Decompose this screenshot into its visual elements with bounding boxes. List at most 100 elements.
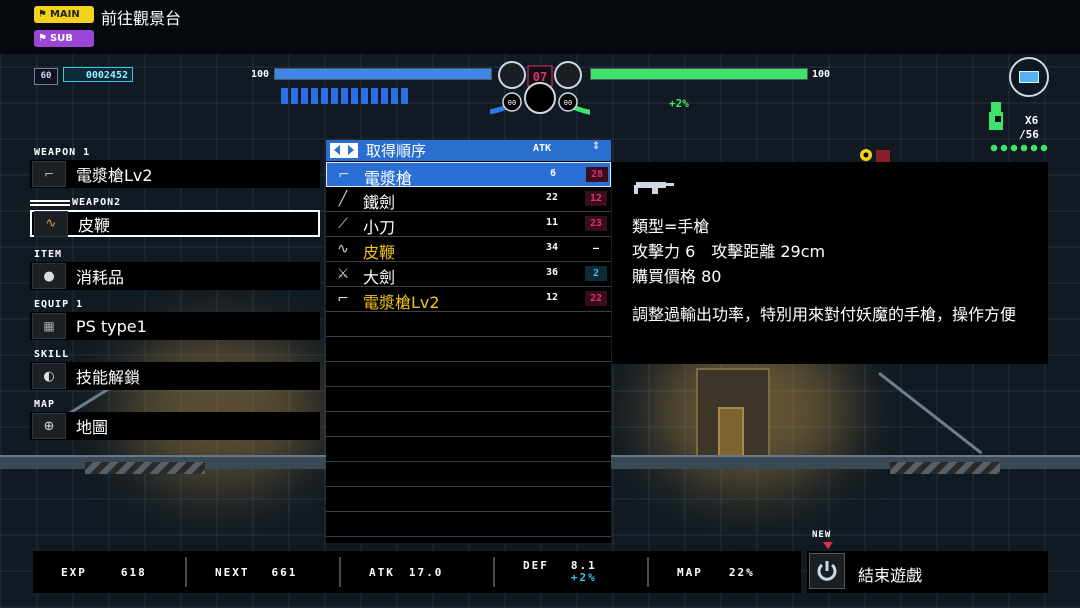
weapon-list-header[interactable]: 取得順序 ATK ⇕	[326, 140, 611, 161]
quit-game-label: 結束遊戲	[858, 566, 923, 585]
chip-icon: ▦	[32, 313, 66, 339]
weapon-atk: 36	[545, 267, 559, 278]
item-label: ITEM	[34, 249, 63, 260]
sword-icon: ╱	[338, 191, 348, 207]
weapon1-label: WEAPON 1	[34, 147, 91, 158]
sort-arrows-icon[interactable]	[330, 143, 358, 158]
skill-label: SKILL	[34, 349, 70, 360]
stat-atk: ATK 17.0	[369, 551, 443, 593]
weapon-list-empty-row	[326, 412, 611, 437]
atk-label: ATK	[369, 565, 395, 579]
map-value: 地圖	[76, 418, 109, 437]
power-icon[interactable]	[809, 553, 845, 589]
quit-game-panel[interactable]: 結束遊戲	[807, 551, 1048, 593]
flag-icon: ⚑	[38, 33, 47, 44]
exp-value: 618	[120, 565, 147, 579]
weapon2-slot[interactable]: ∿ 皮鞭	[30, 210, 320, 237]
weapon-stats: 攻擊力 6 攻擊距離 29cm	[632, 242, 826, 261]
stats-bar: EXP 618 NEXT 661 ATK 17.0 DEF 8.1 +2% MA…	[33, 551, 801, 593]
equip1-label: EQUIP 1	[34, 299, 84, 310]
level-badge: 60	[34, 68, 58, 85]
pistol-icon	[634, 182, 674, 194]
weapon-atk: 6	[549, 168, 557, 179]
weapon-name: 電漿槍Lv2	[363, 293, 440, 312]
atk-value: 17.0	[408, 565, 444, 579]
money-counter: 0002452	[63, 67, 133, 82]
weapon-name: 小刀	[363, 218, 396, 237]
exp-label: EXP	[61, 565, 87, 579]
weapon-list-empty-row	[326, 437, 611, 462]
center-left-count: 00	[508, 99, 516, 107]
weapon-list-empty-row	[326, 387, 611, 412]
sort-label: 取得順序	[366, 142, 427, 160]
weapon-atk: 11	[545, 217, 559, 228]
weapon-list-row[interactable]: ∿ 皮鞭 34 –	[326, 237, 611, 262]
weapon-name: 大劍	[363, 268, 396, 287]
def-bonus: +2%	[570, 571, 597, 584]
greatsword-icon: ⚔	[336, 266, 350, 282]
hazard-stripe-left	[85, 462, 205, 474]
stat-divider	[493, 557, 495, 587]
door	[718, 407, 744, 459]
weapon-atk-diff: 12	[585, 191, 607, 206]
atk-column-header: ATK	[533, 143, 552, 154]
weapon-list-row[interactable]: ╱ 鐵劍 22 12	[326, 187, 611, 212]
radar-icon[interactable]	[1009, 57, 1049, 97]
weapon-list: 取得順序 ATK ⇕ ⌐ 電漿槍 6 28 ╱ 鐵劍 22 12 ⟋ 小刀 11 23 ∿ 皮鞭 34 – ⚔ 大…	[326, 140, 611, 543]
weapon-name: 電漿槍	[364, 169, 413, 188]
weapon-atk-diff: 28	[586, 167, 608, 182]
weapon-list-row[interactable]: ⚔ 大劍 36 2	[326, 262, 611, 287]
stat-map: MAP 22%	[677, 551, 755, 593]
bonus-percent: +2%	[669, 97, 689, 110]
skill-slot[interactable]: ◐ 技能解鎖	[30, 362, 320, 390]
weapon-atk: 12	[545, 292, 559, 303]
map-slot[interactable]: ⊕ 地圖	[30, 412, 320, 440]
hp-bar-right	[590, 68, 808, 80]
pistol-icon: ⌐	[337, 291, 349, 307]
knife-icon: ⟋	[338, 216, 348, 232]
weapon1-slot[interactable]: ⌐ 電漿槍Lv2	[30, 160, 320, 188]
weapon-name: 鐵劍	[363, 193, 396, 212]
stat-divider	[647, 557, 649, 587]
hp-bar-left	[274, 68, 492, 80]
weapon-list-row[interactable]: ⟋ 小刀 11 23	[326, 212, 611, 237]
pistol-icon: ⌐	[32, 161, 66, 187]
map-stat-label: MAP	[677, 565, 703, 579]
hp-right-max: 100	[812, 69, 831, 80]
hazard-stripe-right	[890, 462, 1000, 474]
stat-divider	[339, 557, 341, 587]
equip1-slot[interactable]: ▦ PS type1	[30, 312, 320, 340]
main-quest-tag: ⚑ MAIN	[34, 6, 94, 23]
weapon2-label: WEAPON2	[72, 197, 122, 208]
next-value: 661	[271, 565, 298, 579]
next-label: NEXT	[215, 565, 250, 579]
hp-left-max: 100	[251, 69, 270, 80]
weapon-atk: 22	[545, 192, 559, 203]
main-tag-label: MAIN	[49, 9, 80, 20]
weapon-list-row[interactable]: ⌐ 電漿槍 6 28	[326, 162, 611, 188]
lives-dots	[989, 144, 1049, 152]
item-slot[interactable]: ● 消耗品	[30, 262, 320, 290]
weapon2-decoration	[30, 198, 70, 206]
center-hud-emblem: 07 00 00	[490, 61, 590, 115]
weapon-atk: 34	[545, 242, 559, 253]
whip-icon: ∿	[34, 210, 68, 237]
main-objective-text: 前往觀景台	[101, 9, 182, 28]
weapon2-value: 皮鞭	[78, 215, 111, 235]
weapon-description: 調整過輸出功率，特別用來對付妖魔的手槍，操作方便	[632, 305, 1017, 324]
arm-icon: ◐	[32, 363, 66, 389]
weapon-list-empty-row	[326, 337, 611, 362]
sort-toggle-icon[interactable]: ⇕	[592, 141, 600, 152]
whip-icon: ∿	[337, 241, 349, 257]
item-value: 消耗品	[76, 268, 125, 287]
radar-screen	[1019, 71, 1039, 83]
stat-exp: EXP 618	[61, 551, 147, 593]
weapon1-value: 電漿槍Lv2	[76, 166, 153, 185]
lives-display: X6 /56	[985, 100, 1051, 158]
lives-sub: /56	[1019, 128, 1039, 141]
pistol-icon: ⌐	[338, 167, 350, 183]
weapon-list-row[interactable]: ⌐ 電漿槍Lv2 12 22	[326, 287, 611, 312]
def-label: DEF	[523, 558, 549, 572]
stat-def: DEF 8.1 +2%	[523, 551, 597, 593]
weapon-atk-diff: –	[592, 243, 600, 254]
